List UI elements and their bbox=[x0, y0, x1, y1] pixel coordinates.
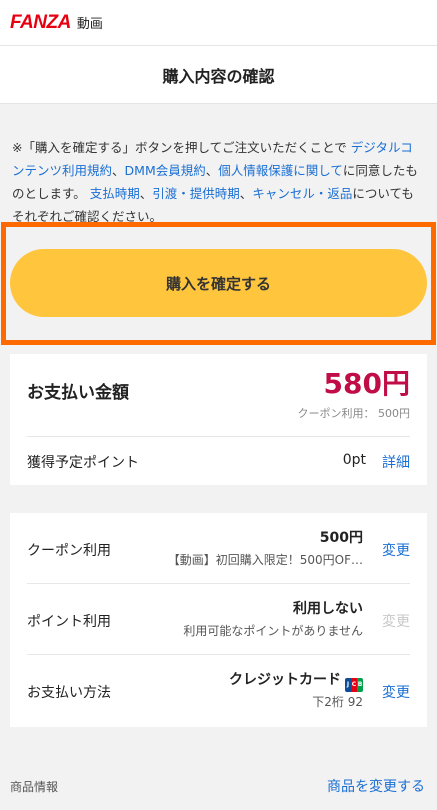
coupon-label: クーポン利用 bbox=[27, 543, 111, 559]
confirm-purchase-button[interactable]: 購入を確定する bbox=[10, 249, 427, 317]
products-label: 商品情報 bbox=[10, 780, 59, 794]
coupon-change-link[interactable]: 変更 bbox=[382, 540, 410, 560]
link-dmm-terms[interactable]: DMM会員規約 bbox=[125, 163, 206, 178]
card-last-digits: 下2桁 92 bbox=[312, 695, 363, 709]
payment-method-label: お支払い方法 bbox=[27, 685, 111, 701]
products-section: 商品情報 商品を変更する bbox=[0, 770, 437, 810]
coupon-applied-note: クーポン利用： 500円 bbox=[297, 407, 411, 420]
payment-method-change-link[interactable]: 変更 bbox=[382, 682, 410, 702]
points-usage-value: 利用しない bbox=[293, 601, 363, 617]
earned-points-label: 獲得予定ポイント bbox=[27, 455, 139, 471]
jcb-card-icon: JCB bbox=[345, 677, 363, 692]
payment-options-card: クーポン利用 500円 【動画】初回購入限定！500円OF… 変更 ポイント利用… bbox=[10, 513, 427, 727]
payment-amount-label: お支払い金額 bbox=[27, 383, 129, 403]
title-bar: 購入内容の確認 bbox=[0, 46, 437, 104]
earned-points-value: 0pt bbox=[342, 452, 366, 468]
fanza-logo[interactable]: FANZA bbox=[10, 12, 71, 34]
link-privacy[interactable]: 個人情報保護に関して bbox=[218, 163, 343, 178]
top-bar: FANZA 動画 bbox=[0, 0, 437, 46]
payment-amount-row: お支払い金額 580円 クーポン利用： 500円 bbox=[27, 354, 410, 437]
link-cancel-return[interactable]: キャンセル・返品 bbox=[252, 186, 352, 201]
page-title: 購入内容の確認 bbox=[162, 66, 275, 86]
payment-summary-card: お支払い金額 580円 クーポン利用： 500円 獲得予定ポイント 0pt 詳細 bbox=[10, 354, 427, 485]
notice-text-1: ※「購入を確定する」ボタンを押してご注文いただくことで bbox=[12, 140, 347, 155]
coupon-row: クーポン利用 500円 【動画】初回購入限定！500円OF… 変更 bbox=[27, 513, 410, 584]
earned-points-row: 獲得予定ポイント 0pt 詳細 bbox=[27, 437, 410, 484]
points-usage-note: 利用可能なポイントがありません bbox=[183, 624, 363, 638]
points-change-link: 変更 bbox=[382, 614, 410, 630]
points-usage-label: ポイント利用 bbox=[27, 614, 111, 630]
notice-sep-1: 、 bbox=[112, 163, 125, 178]
link-delivery-timing[interactable]: 引渡・提供時期 bbox=[152, 186, 240, 201]
points-usage-row: ポイント利用 利用しない 利用可能なポイントがありません 変更 bbox=[27, 584, 410, 655]
payment-method-row: お支払い方法 クレジットカード J C B 下2桁 92 変更 bbox=[27, 655, 410, 726]
notice-sep-3: 、 bbox=[139, 186, 153, 201]
payment-method-name: クレジットカード bbox=[229, 672, 341, 688]
logo-sub[interactable]: 動画 bbox=[77, 13, 103, 32]
points-detail-link[interactable]: 詳細 bbox=[382, 452, 410, 472]
link-payment-timing[interactable]: 支払時期 bbox=[90, 186, 140, 201]
coupon-description: 【動画】初回購入限定！500円OF… bbox=[167, 553, 363, 567]
payment-method-value: クレジットカード J C B bbox=[229, 669, 363, 692]
coupon-value: 500円 bbox=[319, 530, 363, 546]
payment-amount-value: 580円 bbox=[323, 367, 410, 400]
change-products-link[interactable]: 商品を変更する bbox=[327, 776, 425, 796]
notice-sep-4: 、 bbox=[239, 186, 253, 201]
notice-sep-2: 、 bbox=[205, 163, 219, 178]
